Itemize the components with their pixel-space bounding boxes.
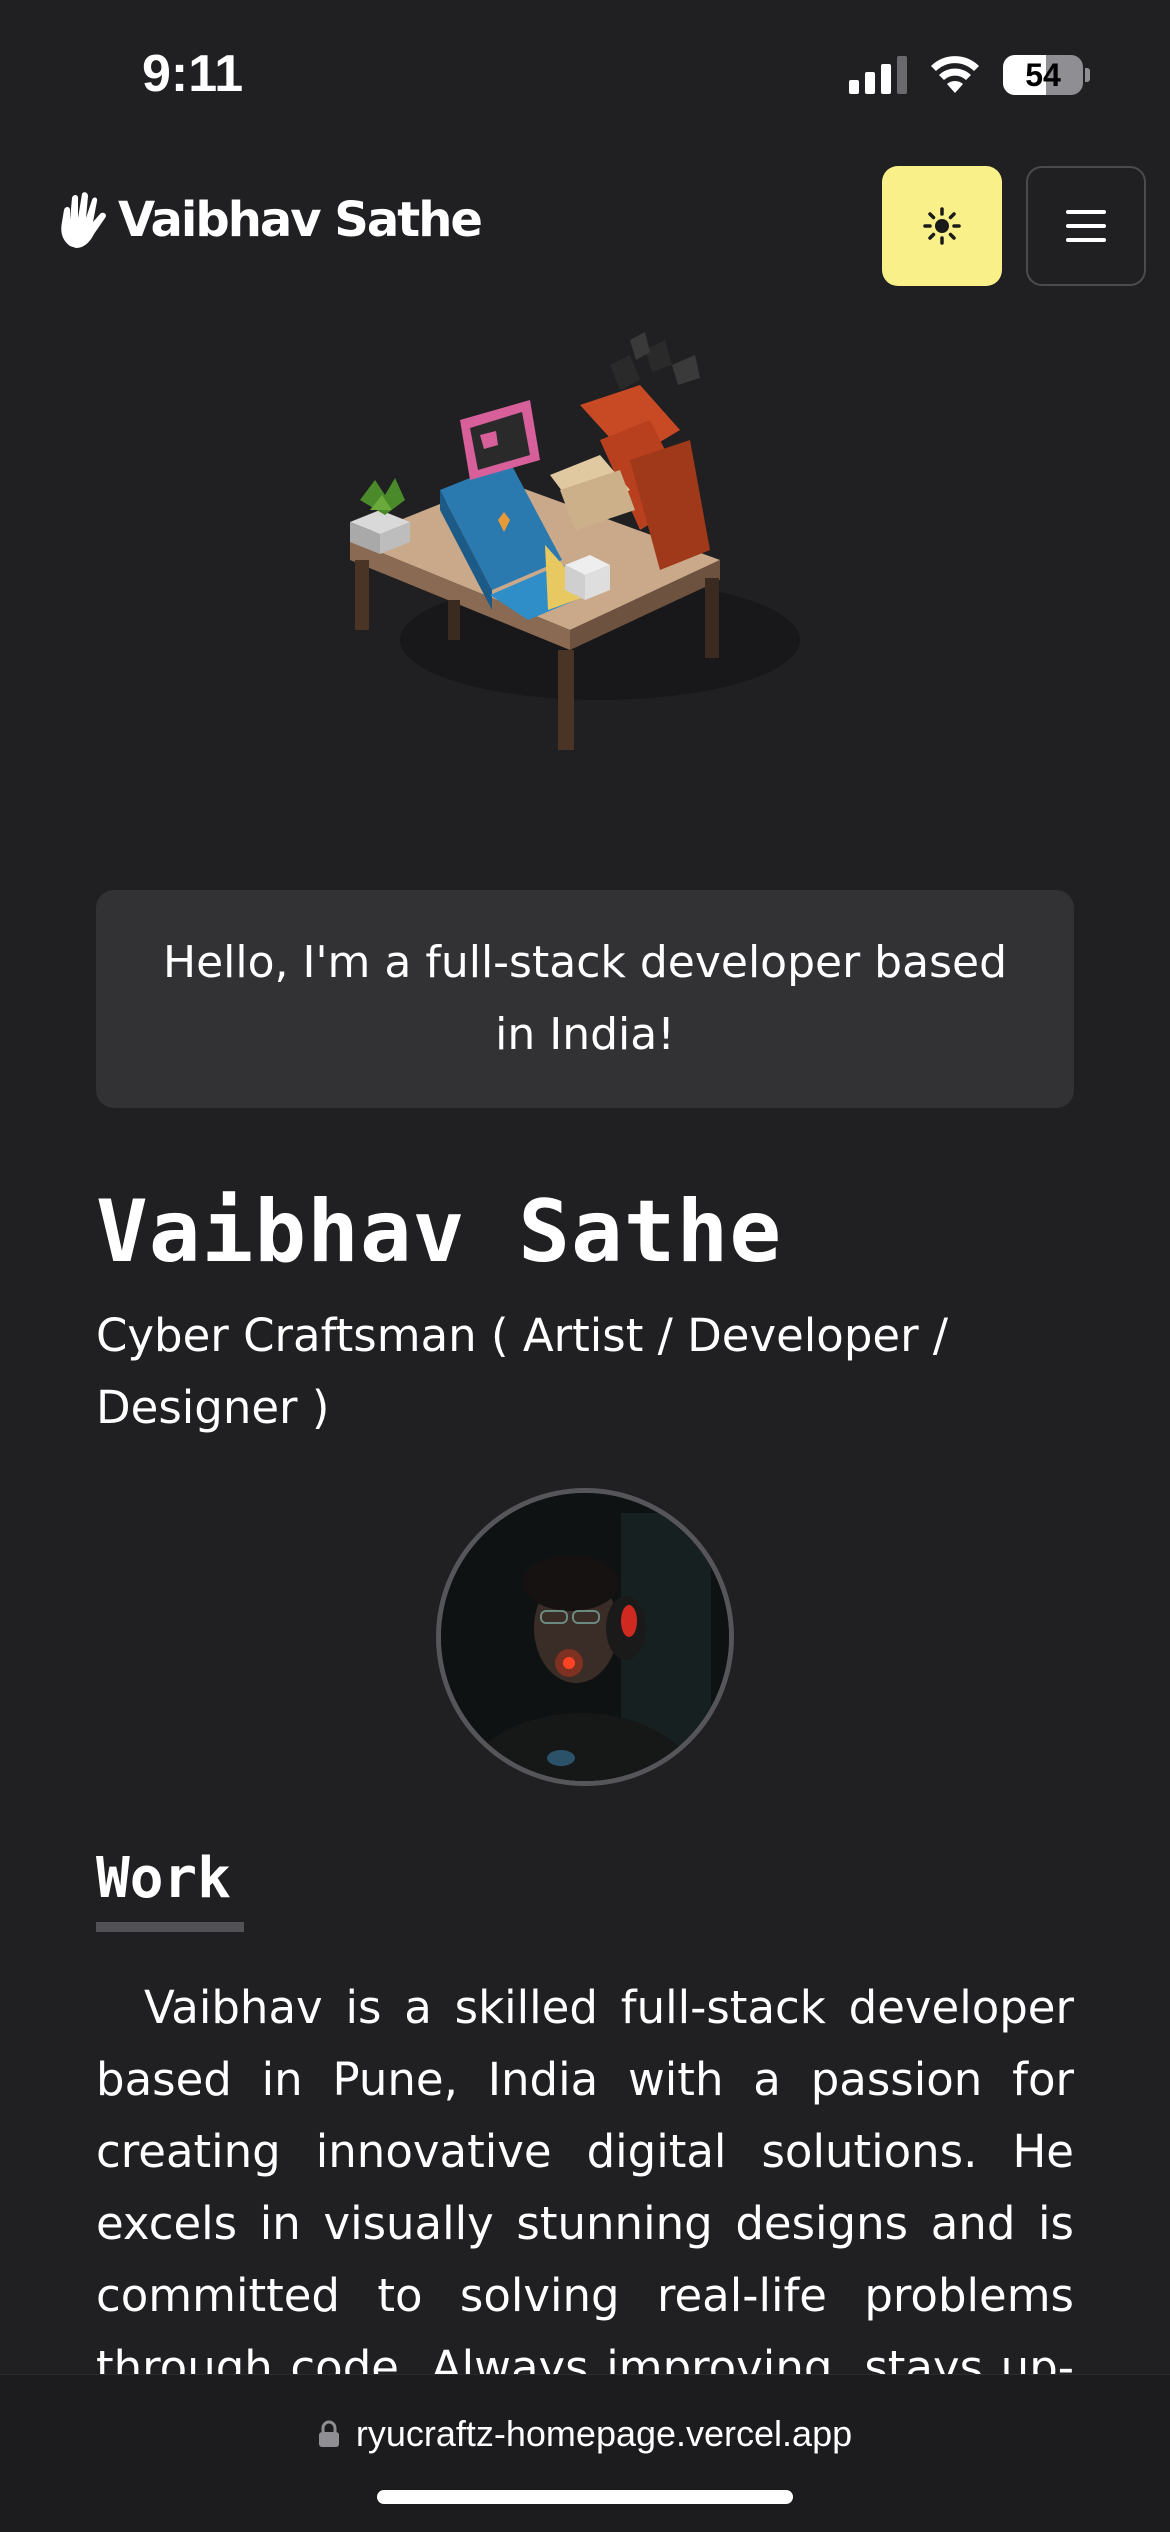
role-subtitle: Cyber Craftsman ( Artist / Developer / D… xyxy=(96,1309,949,1434)
cellular-signal-icon xyxy=(849,56,907,94)
url-text[interactable]: ryucraftz-homepage.vercel.app xyxy=(356,2413,852,2455)
greeting-card: Hello, I'm a full-stack developer based … xyxy=(96,890,1074,1108)
menu-button[interactable] xyxy=(1026,166,1146,286)
battery-nub xyxy=(1085,68,1090,82)
hand-icon xyxy=(61,192,106,248)
status-bar: 9:11 54 xyxy=(0,0,1170,150)
browser-url-bar[interactable]: ryucraftz-homepage.vercel.app xyxy=(0,2374,1170,2532)
lock-icon xyxy=(318,2420,339,2447)
status-time: 9:11 xyxy=(142,45,244,103)
profile-photo xyxy=(441,1493,729,1781)
theme-toggle-button[interactable] xyxy=(882,166,1002,286)
logo-text: Vaibhav Sathe xyxy=(118,192,483,248)
page-title: Vaibhav Sathe xyxy=(96,1182,783,1282)
navbar: Vaibhav Sathe xyxy=(0,150,1170,300)
avatar xyxy=(436,1488,734,1786)
url-row[interactable]: ryucraftz-homepage.vercel.app xyxy=(0,2413,1170,2455)
home-indicator[interactable] xyxy=(377,2490,793,2504)
status-icons: 54 xyxy=(849,55,1090,95)
work-heading: Work xyxy=(96,1846,231,1911)
sun-icon xyxy=(923,207,961,245)
battery-icon: 54 xyxy=(1003,55,1083,95)
battery-level: 54 xyxy=(1025,56,1061,93)
voxel-room-illustration xyxy=(350,332,800,750)
wifi-icon xyxy=(931,56,979,93)
hamburger-menu-icon xyxy=(1066,210,1106,242)
screen: 9:11 54 Vaibhav Sathe Hello, I'm a full-… xyxy=(0,0,1170,2532)
logo-link[interactable]: Vaibhav Sathe xyxy=(56,192,483,248)
work-heading-underline xyxy=(96,1922,244,1932)
